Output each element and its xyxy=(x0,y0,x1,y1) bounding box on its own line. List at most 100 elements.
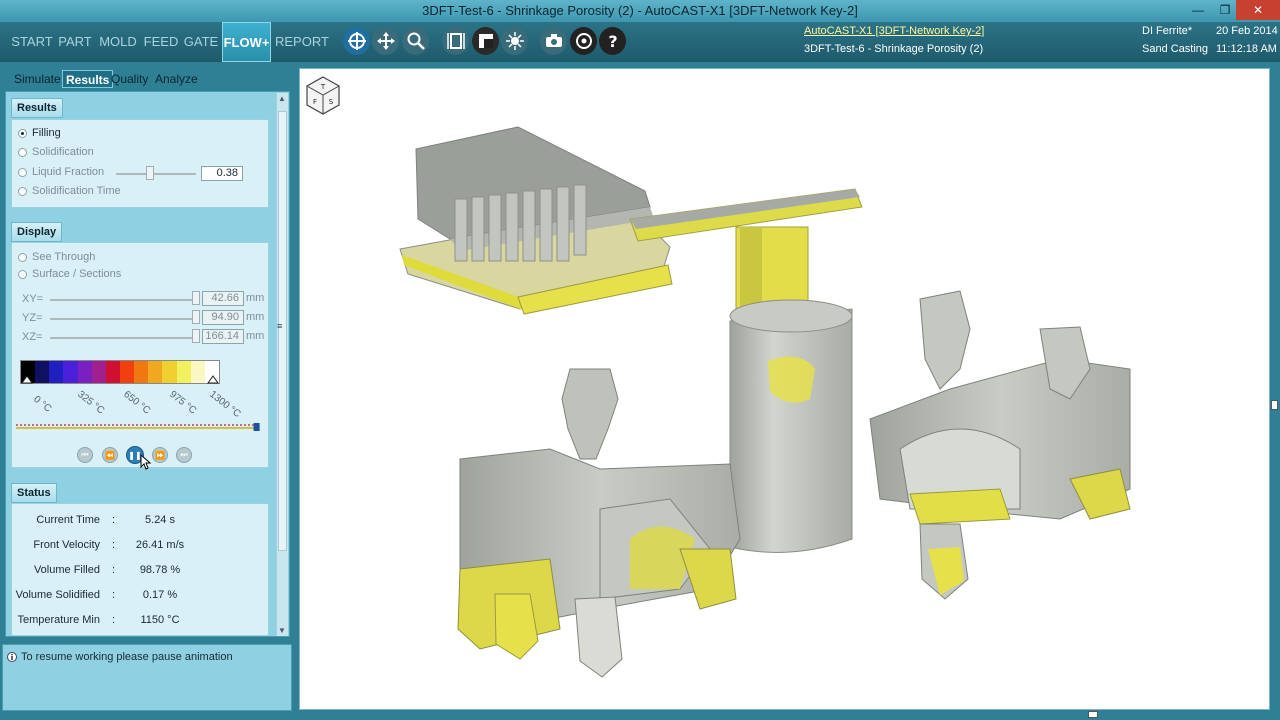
title-bar: 3DFT-Test-6 - Shrinkage Porosity (2) - A… xyxy=(0,0,1280,22)
splitter-grip-icon[interactable]: ≡ xyxy=(277,322,285,331)
info-icon xyxy=(7,652,17,662)
left-panel-scrollbar[interactable]: ▲ ▼ xyxy=(276,93,288,636)
radio-filling[interactable]: Filling xyxy=(18,126,61,140)
lighting-icon[interactable] xyxy=(501,27,528,55)
sub-tabs: Simulate Results Quality Analyze xyxy=(0,62,298,92)
central-cylinder xyxy=(729,299,853,553)
xy-unit: mm xyxy=(246,292,265,304)
fit-view-icon[interactable] xyxy=(442,27,469,55)
xz-slider[interactable] xyxy=(50,337,198,339)
date-display: 20 Feb 2014 xyxy=(1216,25,1278,37)
yz-slider[interactable] xyxy=(50,318,198,320)
settings-icon[interactable] xyxy=(570,27,597,55)
last-frame-icon[interactable]: ⏭ xyxy=(176,447,192,463)
process-name: Sand Casting xyxy=(1142,43,1209,55)
status-value: 98.78 % xyxy=(139,564,181,576)
status-row-front-velocity: Front Velocity : 26.41 m/s xyxy=(12,539,270,555)
help-icon[interactable]: ? xyxy=(599,27,626,55)
pan-icon[interactable] xyxy=(372,27,399,55)
close-button[interactable]: ✕ xyxy=(1236,0,1280,20)
tab-results[interactable]: Results xyxy=(62,70,114,88)
status-message: To resume working please pause animation xyxy=(7,651,233,663)
radio-see-through-dot xyxy=(18,252,27,262)
status-label: Temperature Min xyxy=(17,614,100,626)
zoom-icon[interactable] xyxy=(402,27,429,55)
yz-unit: mm xyxy=(246,311,265,323)
liquid-fraction-slider-thumb[interactable] xyxy=(146,166,155,180)
left-panel: Results Filling Solidification Liquid Fr… xyxy=(5,91,290,637)
xy-slider[interactable] xyxy=(50,299,198,301)
radio-solidification-dot xyxy=(18,147,27,157)
xz-input[interactable]: 166.14 xyxy=(202,329,244,344)
tab-simulate[interactable]: Simulate xyxy=(11,70,64,88)
animation-timeline[interactable] xyxy=(16,423,263,431)
casting-model xyxy=(399,126,1131,678)
status-group: Current Time : 5.24 s Front Velocity : 2… xyxy=(11,503,269,636)
status-row-volume-filled: Volume Filled : 98.78 % xyxy=(12,564,270,580)
status-colon: : xyxy=(112,614,116,626)
3d-viewport[interactable]: T F S xyxy=(299,68,1270,710)
results-header: Results xyxy=(11,98,63,118)
message-panel: To resume working please pause animation xyxy=(2,644,292,711)
fast-forward-icon[interactable]: ⏩ xyxy=(152,447,168,463)
xy-input[interactable]: 42.66 xyxy=(202,291,244,306)
yz-slider-thumb[interactable] xyxy=(192,310,200,324)
tab-analyze[interactable]: Analyze xyxy=(152,70,201,88)
display-header: Display xyxy=(11,222,63,242)
status-colon: : xyxy=(112,589,116,601)
xy-slider-thumb[interactable] xyxy=(192,291,200,305)
yz-label: YZ= xyxy=(22,312,43,324)
scrollbar-thumb[interactable] xyxy=(278,111,287,551)
shading-icon[interactable] xyxy=(472,27,499,55)
status-message-text: To resume working please pause animation xyxy=(21,651,233,663)
license-link[interactable]: AutoCAST-X1 [3DFT-Network Key-2] xyxy=(804,25,984,37)
liquid-fraction-input[interactable]: 0.38 xyxy=(201,166,243,181)
menu-gate[interactable]: GATE xyxy=(183,22,219,62)
radio-solidification-time[interactable]: Solidification Time xyxy=(18,184,121,198)
maximize-button[interactable]: ❐ xyxy=(1212,0,1238,20)
colorbar-markers xyxy=(21,375,219,384)
colorbar-min-marker[interactable] xyxy=(21,375,33,384)
first-frame-icon[interactable]: ⏮ xyxy=(77,447,93,463)
results-group: Filling Solidification Liquid Fraction 0… xyxy=(11,119,269,208)
tab-quality[interactable]: Quality xyxy=(108,70,151,88)
status-row-volume-solidified: Volume Solidified : 0.17 % xyxy=(12,589,270,605)
radio-solidification-time-label: Solidification Time xyxy=(32,185,121,197)
time-display: 11:12:18 AM xyxy=(1216,43,1277,55)
menu-flow[interactable]: FLOW+ xyxy=(222,22,271,62)
xy-label: XY= xyxy=(22,293,44,305)
window-title: 3DFT-Test-6 - Shrinkage Porosity (2) - A… xyxy=(422,3,858,18)
status-colon: : xyxy=(112,514,116,526)
menu-part[interactable]: PART xyxy=(58,22,92,62)
radio-solidification[interactable]: Solidification xyxy=(18,145,94,159)
radio-solidification-label: Solidification xyxy=(32,146,94,158)
scroll-down-icon[interactable]: ▼ xyxy=(278,626,286,635)
main-toolbar: START PART MOLD FEED GATE FLOW+ REPORT ?… xyxy=(0,22,1280,62)
timeline-knob[interactable] xyxy=(253,423,260,431)
radio-surface-sections-dot xyxy=(18,269,27,279)
menu-report[interactable]: REPORT xyxy=(275,22,329,62)
menu-mold[interactable]: MOLD xyxy=(98,22,138,62)
camera-icon[interactable] xyxy=(540,27,567,55)
status-value: 26.41 m/s xyxy=(135,539,185,551)
minimize-button[interactable]: — xyxy=(1185,0,1211,20)
rewind-icon[interactable]: ⏪ xyxy=(102,447,118,463)
radio-see-through[interactable]: See Through xyxy=(18,250,95,264)
status-label: Volume Solidified xyxy=(15,589,100,601)
scroll-up-icon[interactable]: ▲ xyxy=(278,94,286,103)
radio-surface-sections[interactable]: Surface / Sections xyxy=(18,267,121,281)
resize-handle-bottom[interactable] xyxy=(1088,711,1098,718)
colorbar-max-marker[interactable] xyxy=(207,375,219,384)
rotate-icon[interactable] xyxy=(343,27,370,55)
menu-feed[interactable]: FEED xyxy=(143,22,179,62)
display-group: See Through Surface / Sections XY= 42.66… xyxy=(11,242,269,468)
xz-slider-thumb[interactable] xyxy=(192,329,200,343)
resize-handle[interactable] xyxy=(1271,400,1278,410)
yz-input[interactable]: 94.90 xyxy=(202,310,244,325)
status-label: Current Time xyxy=(36,514,100,526)
radio-solidification-time-dot xyxy=(18,186,27,196)
radio-liquid-fraction[interactable]: Liquid Fraction xyxy=(18,165,104,179)
liquid-fraction-slider[interactable] xyxy=(116,173,196,175)
status-header: Status xyxy=(11,483,57,503)
menu-start[interactable]: START xyxy=(8,22,56,62)
